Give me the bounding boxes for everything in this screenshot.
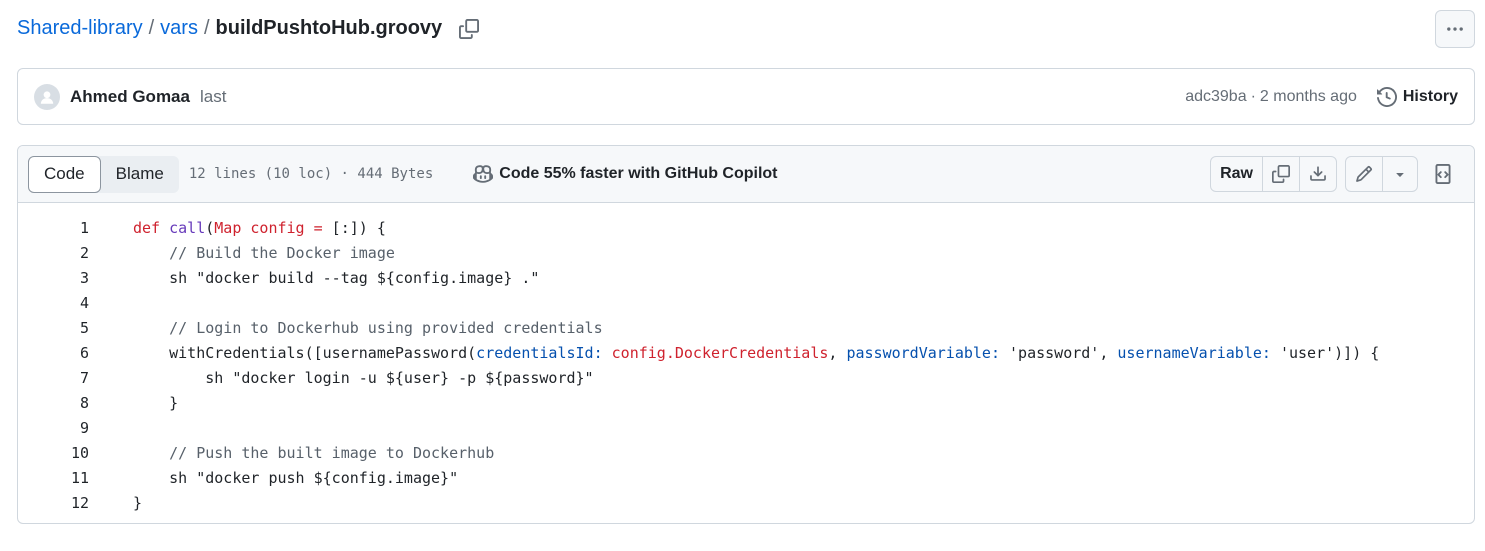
commit-meta-group: adc39ba · 2 months ago History — [1185, 86, 1458, 107]
history-button[interactable]: History — [1376, 86, 1458, 107]
line-number[interactable]: 7 — [18, 369, 89, 387]
line-number[interactable]: 12 — [18, 494, 89, 512]
breadcrumb-separator: / — [203, 17, 210, 39]
code-token: call — [169, 218, 206, 237]
code-token: usernameVariable: — [1117, 343, 1271, 362]
copy-path-button[interactable] — [458, 18, 480, 40]
line-number[interactable]: 1 — [18, 219, 89, 237]
line-number[interactable]: 8 — [18, 394, 89, 412]
copy-icon — [1272, 165, 1290, 183]
code-text: sh "docker push ${config.image}" — [133, 468, 459, 487]
file-path-header: Shared-library / vars / buildPushtoHub.g… — [17, 10, 1475, 50]
code-text: } — [133, 393, 179, 412]
code-text: // Login to Dockerhub using provided cre… — [133, 318, 603, 337]
code-token: 'user')]) { — [1270, 343, 1380, 362]
line-number[interactable]: 6 — [18, 344, 89, 362]
line-number[interactable]: 5 — [18, 319, 89, 337]
code-line: 3 sh "docker build --tag ${config.image}… — [18, 265, 1474, 290]
copilot-promo-link[interactable]: Code 55% faster with GitHub Copilot — [473, 164, 778, 184]
code-token: ( — [205, 218, 215, 237]
breadcrumb-file-name: buildPushtoHub.groovy — [215, 17, 443, 39]
commit-message[interactable]: last — [200, 87, 226, 107]
copilot-icon — [473, 165, 494, 183]
code-line: 5 // Login to Dockerhub using provided c… — [18, 315, 1474, 340]
edit-file-button[interactable] — [1346, 157, 1382, 191]
code-line: 8 } — [18, 390, 1474, 415]
history-icon — [1376, 86, 1397, 107]
code-token: passwordVariable: — [846, 343, 1000, 362]
tab-code[interactable]: Code — [28, 155, 101, 193]
triangle-down-icon — [1396, 173, 1404, 177]
line-number[interactable]: 10 — [18, 444, 89, 462]
view-mode-toggle: Code Blame — [28, 155, 179, 193]
code-token: [:]) { — [322, 218, 386, 237]
code-token: Map config — [214, 218, 305, 237]
code-line: 1 def call(Map config = [:]) { — [18, 215, 1474, 240]
code-token: withCredentials([usernamePassword( — [133, 343, 477, 362]
code-text: // Build the Docker image — [133, 243, 395, 262]
commit-hash[interactable]: adc39ba — [1185, 88, 1246, 106]
code-token: = — [313, 218, 323, 237]
latest-commit-box: Ahmed Gomaa last adc39ba · 2 months ago … — [17, 68, 1475, 125]
code-line: 11 sh "docker push ${config.image}" — [18, 465, 1474, 490]
breadcrumb-repo-link[interactable]: Shared-library — [17, 17, 143, 40]
avatar[interactable] — [34, 83, 60, 110]
code-token: credentialsId: — [476, 343, 603, 362]
code-text: sh "docker build --tag ${config.image} .… — [133, 268, 540, 287]
code-token: def — [133, 218, 161, 237]
edit-dropdown-button[interactable] — [1382, 157, 1417, 191]
code-text: // Push the built image to Dockerhub — [133, 443, 495, 462]
edit-group — [1345, 156, 1418, 192]
commit-author[interactable]: Ahmed Gomaa — [70, 87, 190, 107]
code-text: } — [133, 493, 143, 512]
file-actions: Raw — [1210, 156, 1460, 192]
file-viewer: Code Blame 12 lines (10 loc) · 444 Bytes… — [17, 145, 1475, 524]
raw-button[interactable]: Raw — [1211, 157, 1262, 191]
symbols-icon — [1435, 164, 1451, 184]
kebab-icon — [1447, 27, 1463, 31]
code-line: 12 } — [18, 490, 1474, 515]
code-text: sh "docker login -u ${user} -p ${passwor… — [133, 368, 594, 387]
code-token: , — [828, 343, 847, 362]
code-line: 10 // Push the built image to Dockerhub — [18, 440, 1474, 465]
code-text: def call(Map config = [:]) { — [133, 219, 386, 237]
raw-copy-download-group: Raw — [1210, 156, 1337, 192]
line-number[interactable]: 4 — [18, 294, 89, 312]
line-number[interactable]: 9 — [18, 419, 89, 437]
symbols-panel-button[interactable] — [1426, 157, 1460, 191]
line-number[interactable]: 3 — [18, 269, 89, 287]
more-options-button[interactable] — [1435, 10, 1475, 48]
pencil-icon — [1356, 166, 1372, 182]
commit-meta-dot: · — [1250, 87, 1256, 105]
code-line: 4 — [18, 290, 1474, 315]
breadcrumb: Shared-library / vars / buildPushtoHub.g… — [17, 17, 480, 40]
tab-blame[interactable]: Blame — [101, 156, 179, 193]
file-info: 12 lines (10 loc) · 444 Bytes — [188, 166, 434, 182]
line-number[interactable]: 2 — [18, 244, 89, 262]
copy-icon — [459, 18, 480, 39]
code-token: config.DockerCredentials — [611, 343, 829, 362]
download-icon — [1310, 166, 1326, 181]
code-token: 'password', — [999, 343, 1118, 362]
commit-time: 2 months ago — [1259, 87, 1357, 105]
avatar-icon — [40, 90, 54, 104]
code-line: 9 — [18, 415, 1474, 440]
code-text: withCredentials([usernamePassword(creden… — [133, 344, 1379, 362]
line-number[interactable]: 11 — [18, 469, 89, 487]
download-raw-button[interactable] — [1299, 157, 1336, 191]
code-line: 6 withCredentials([usernamePassword(cred… — [18, 340, 1474, 365]
file-header: Code Blame 12 lines (10 loc) · 444 Bytes… — [18, 146, 1474, 203]
breadcrumb-folder-link[interactable]: vars — [160, 17, 198, 40]
copy-raw-button[interactable] — [1262, 157, 1299, 191]
code-line: 7 sh "docker login -u ${user} -p ${passw… — [18, 365, 1474, 390]
breadcrumb-separator: / — [148, 17, 155, 39]
code-line: 2 // Build the Docker image — [18, 240, 1474, 265]
copilot-label: Code 55% faster with GitHub Copilot — [499, 165, 778, 182]
history-label: History — [1402, 87, 1458, 105]
code-view: 1 def call(Map config = [:]) { 2 // Buil… — [18, 203, 1474, 515]
